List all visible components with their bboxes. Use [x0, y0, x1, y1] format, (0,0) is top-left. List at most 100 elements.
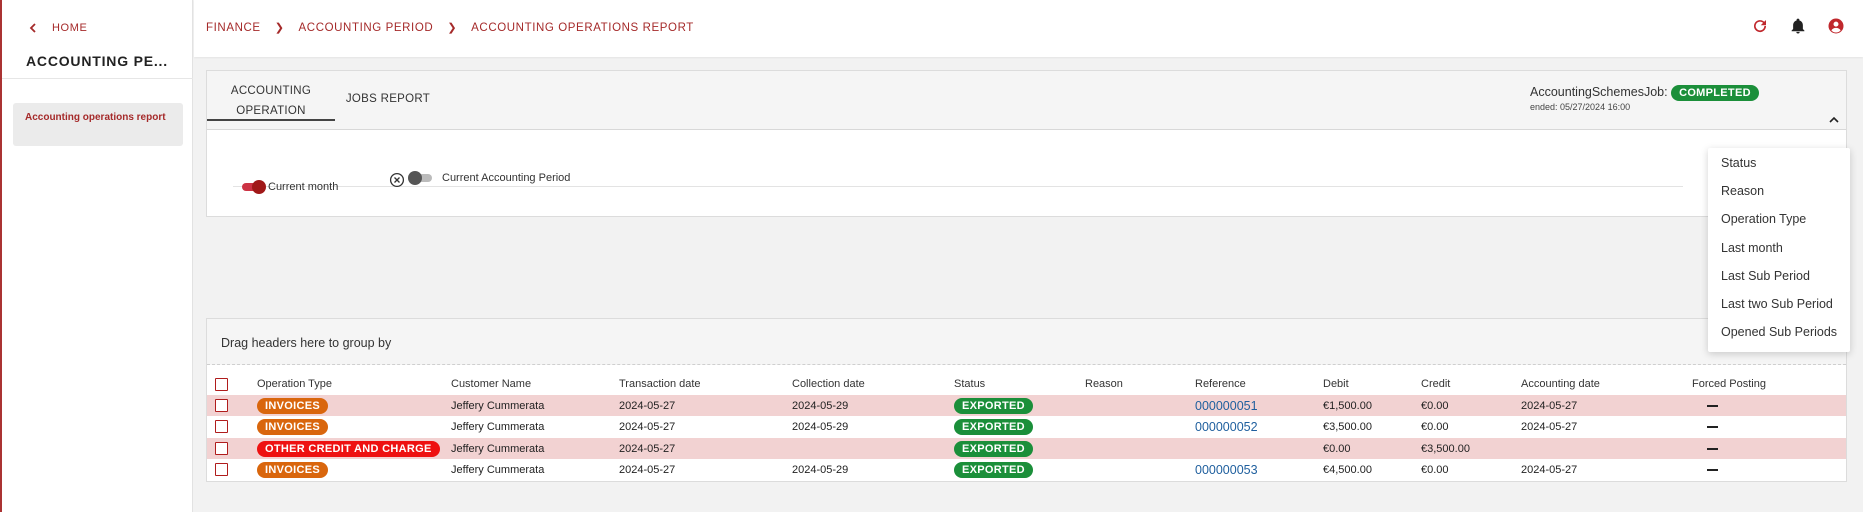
grid-header-row: Operation Type Customer Name Transaction…: [207, 374, 1846, 394]
menu-item-status[interactable]: Status: [1708, 155, 1850, 183]
sidebar: HOME ACCOUNTING PE... Accounting operati…: [2, 0, 193, 512]
transaction-date: 2024-05-27: [619, 399, 676, 412]
forced-posting-dash-icon: [1707, 425, 1718, 428]
current-accounting-period-label: Current Accounting Period: [442, 172, 571, 184]
transaction-date: 2024-05-27: [619, 463, 676, 476]
reference-link[interactable]: 000000051: [1195, 399, 1258, 413]
home-link[interactable]: HOME: [28, 22, 87, 34]
account-circle-icon[interactable]: [1827, 17, 1845, 35]
status-badge: EXPORTED: [954, 418, 1033, 435]
column-header[interactable]: Credit: [1421, 374, 1450, 394]
table-row[interactable]: INVOICES Jeffery Cummerata 2024-05-27 20…: [207, 395, 1846, 416]
top-actions: [1751, 17, 1845, 35]
column-header[interactable]: Reference: [1195, 374, 1246, 394]
menu-item-last-two-sub-period[interactable]: Last two Sub Period: [1708, 296, 1850, 324]
collection-date: 2024-05-29: [792, 420, 849, 433]
group-by-panel[interactable]: Drag headers here to group by: [207, 319, 1846, 365]
row-checkbox[interactable]: [215, 442, 228, 455]
column-header[interactable]: Customer Name: [451, 374, 531, 394]
toggle-knob: [252, 180, 266, 194]
current-accounting-period-toggle[interactable]: Current Accounting Period: [408, 171, 571, 185]
credit: €0.00: [1421, 399, 1449, 412]
breadcrumb: FINANCE ❯ ACCOUNTING PERIOD ❯ ACCOUNTING…: [206, 21, 694, 35]
customer-name: Jeffery Cummerata: [451, 442, 545, 455]
customer-name: Jeffery Cummerata: [451, 399, 545, 412]
menu-item-last-sub-period[interactable]: Last Sub Period: [1708, 268, 1850, 296]
row-checkbox[interactable]: [215, 463, 228, 476]
sidebar-title: ACCOUNTING PE...: [26, 53, 168, 69]
menu-item-reason[interactable]: Reason: [1708, 183, 1850, 211]
credit: €0.00: [1421, 463, 1449, 476]
app-root: HOME ACCOUNTING PE... Accounting operati…: [0, 0, 1863, 512]
debit: €3,500.00: [1323, 420, 1372, 433]
menu-item-last-month[interactable]: Last month: [1708, 240, 1850, 268]
operation-type-badge: OTHER CREDIT AND CHARGE: [257, 440, 440, 457]
collection-date: 2024-05-29: [792, 399, 849, 412]
column-header[interactable]: Accounting date: [1521, 374, 1600, 394]
forced-posting-dash-icon: [1707, 404, 1718, 407]
report-panel: ACCOUNTING OPERATION JOBS REPORT Account…: [206, 70, 1847, 217]
debit: €0.00: [1323, 442, 1351, 455]
column-header[interactable]: Operation Type: [257, 374, 332, 394]
close-circle-icon[interactable]: [389, 172, 405, 188]
operation-type-badge: INVOICES: [257, 397, 328, 414]
menu-item-operation-type[interactable]: Operation Type: [1708, 211, 1850, 239]
refresh-icon[interactable]: [1751, 17, 1769, 35]
status-badge: EXPORTED: [954, 461, 1033, 478]
job-label: AccountingSchemesJob:: [1530, 85, 1668, 99]
collection-date: 2024-05-29: [792, 463, 849, 476]
transaction-date: 2024-05-27: [619, 420, 676, 433]
column-header[interactable]: Reason: [1085, 374, 1123, 394]
forced-posting-dash-icon: [1707, 468, 1718, 471]
menu-item-opened-sub-periods[interactable]: Opened Sub Periods: [1708, 324, 1850, 352]
chevron-up-icon[interactable]: [1828, 114, 1840, 126]
column-header[interactable]: Forced Posting: [1692, 374, 1766, 394]
select-all-checkbox[interactable]: [215, 377, 228, 391]
table-row[interactable]: INVOICES Jeffery Cummerata 2024-05-27 20…: [207, 416, 1846, 437]
operation-type-badge: INVOICES: [257, 418, 328, 435]
job-ended-time: ended: 05/27/2024 16:00: [1530, 102, 1631, 112]
status-badge: EXPORTED: [954, 440, 1033, 457]
filter-dropdown-menu: Status Reason Operation Type Last month …: [1708, 148, 1850, 352]
debit: €1,500.00: [1323, 399, 1372, 412]
column-header[interactable]: Status: [954, 374, 985, 394]
status-badge: COMPLETED: [1671, 85, 1759, 101]
accounting-date: 2024-05-27: [1521, 399, 1578, 412]
status-badge: EXPORTED: [954, 397, 1033, 414]
home-label: HOME: [52, 22, 88, 34]
chevron-right-icon: ❯: [447, 22, 458, 34]
transaction-date: 2024-05-27: [619, 442, 676, 455]
toggle-track: [242, 180, 266, 194]
credit: €0.00: [1421, 420, 1449, 433]
current-month-toggle[interactable]: Current month: [242, 180, 339, 194]
operations-grid: Drag headers here to group by Operation …: [206, 318, 1847, 482]
tab-jobs-report[interactable]: JOBS REPORT: [345, 89, 431, 109]
toggle-knob: [408, 171, 422, 185]
row-checkbox[interactable]: [215, 399, 228, 412]
breadcrumb-finance[interactable]: FINANCE: [206, 22, 261, 34]
column-header[interactable]: Debit: [1323, 374, 1349, 394]
credit: €3,500.00: [1421, 442, 1470, 455]
operation-type-badge: INVOICES: [257, 461, 328, 478]
breadcrumb-accounting-period[interactable]: ACCOUNTING PERIOD: [299, 22, 434, 34]
sidebar-item-accounting-operations-report[interactable]: Accounting operations report: [13, 103, 183, 146]
reference-link[interactable]: 000000052: [1195, 420, 1258, 434]
current-month-label: Current month: [268, 181, 339, 193]
top-bar: FINANCE ❯ ACCOUNTING PERIOD ❯ ACCOUNTING…: [194, 0, 1863, 57]
table-row[interactable]: OTHER CREDIT AND CHARGE Jeffery Cummerat…: [207, 438, 1846, 459]
accounting-date: 2024-05-27: [1521, 463, 1578, 476]
forced-posting-dash-icon: [1707, 447, 1718, 450]
column-header[interactable]: Transaction date: [619, 374, 701, 394]
sidebar-divider: [2, 78, 193, 79]
table-row[interactable]: INVOICES Jeffery Cummerata 2024-05-27 20…: [207, 459, 1846, 480]
reference-link[interactable]: 000000053: [1195, 463, 1258, 477]
breadcrumb-current-page: ACCOUNTING OPERATIONS REPORT: [471, 21, 694, 34]
chevron-left-icon: [29, 23, 36, 33]
bell-icon[interactable]: [1789, 17, 1807, 35]
customer-name: Jeffery Cummerata: [451, 420, 545, 433]
job-status: AccountingSchemesJob: COMPLETED: [1530, 85, 1759, 101]
tab-accounting-operation[interactable]: ACCOUNTING OPERATION: [207, 71, 335, 121]
column-header[interactable]: Collection date: [792, 374, 865, 394]
row-checkbox[interactable]: [215, 420, 228, 433]
chevron-right-icon: ❯: [274, 22, 285, 34]
